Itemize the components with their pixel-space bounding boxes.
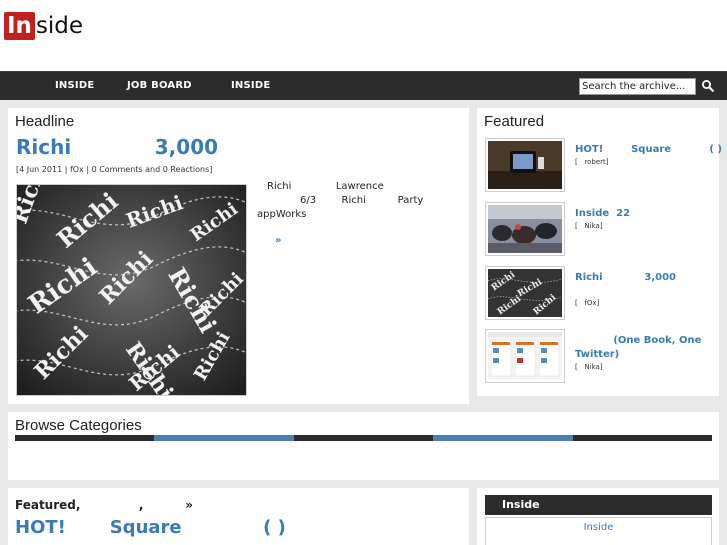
featured-item-meta: [ fOx] [575,299,600,307]
featured-list-title[interactable]: Featured, , » [15,498,193,512]
nav-item-inside[interactable]: INSIDE [55,80,94,91]
sidebar-widget-header: Inside [485,495,712,515]
featured-thumb-webpage[interactable] [485,329,565,383]
headline-body-line-1: Richi Lawrence [267,181,384,192]
featured-item-title[interactable]: Inside 22 [575,207,630,221]
headline-body-line-3: appWorks [257,209,307,220]
featured-item-meta: [ Nika] [575,222,603,230]
browse-categories-panel: Browse Categories [8,412,719,480]
site-logo[interactable]: In side [4,12,83,40]
category-bar-1[interactable] [15,435,154,441]
featured-item[interactable]: HOT! Square ( ) [ robert] [485,138,722,194]
featured-item-meta: [ robert] [575,158,609,166]
search-input[interactable]: Search the archive... [579,78,696,95]
category-bar-2[interactable] [154,435,294,441]
search-icon[interactable] [701,79,715,93]
headline-title[interactable]: Richi 3,000 [16,135,218,159]
headline-meta: [4 Jun 2011 | fOx | 0 Comments and 0 Rea… [16,165,213,174]
headline-image[interactable]: Richi Richi Richi Richi Richi Richi Rich… [16,184,247,396]
featured-list-headline[interactable]: HOT! Square ( ) [15,517,286,538]
logo-rest: side [35,13,84,39]
nav-item-inside-2[interactable]: INSIDE [231,80,270,91]
category-bar-4[interactable] [433,435,573,441]
featured-item-title[interactable]: HOT! Square ( ) [575,143,722,157]
featured-thumb-event[interactable] [485,202,565,256]
headline-body-line-2: 6/3 Richi Party [300,195,424,206]
featured-item-meta: [ Nika] [575,363,603,371]
featured-section-title: Featured [484,113,545,130]
richi-pattern-image: Richi Richi Richi Richi Richi Richi Rich… [17,185,246,395]
main-nav: INSIDE JOB BOARD INSIDE Search the archi… [0,71,727,100]
browse-section-title: Browse Categories [15,417,142,434]
nav-item-job-board[interactable]: JOB BOARD [127,80,192,91]
read-more-link[interactable]: » [275,235,281,246]
featured-list-panel: Featured, , » HOT! Square ( ) [8,488,469,545]
sidebar-widget-box: Inside [485,517,712,545]
headline-panel: Headline Richi 3,000 [4 Jun 2011 | fOx |… [8,108,469,404]
headline-section-title: Headline [15,113,75,130]
featured-item[interactable]: Inside 22 [ Nika] [485,202,711,258]
featured-thumb-richi[interactable]: Richi Richi Richi Richi [485,266,565,320]
logo-in: In [4,12,35,40]
featured-item-title-line-2[interactable]: Twitter) [575,348,619,362]
sidebar-widget-link[interactable]: Inside [486,522,711,533]
featured-item[interactable]: Richi Richi Richi Richi Richi 3,000 [ fO… [485,266,711,322]
sidebar-widget: Inside Inside [477,488,719,545]
category-bar-3[interactable] [294,435,433,441]
featured-item-title[interactable]: (One Book, One [575,334,701,348]
featured-panel: Featured HOT! Square ( ) [ robert] Insid… [477,108,722,396]
featured-item[interactable]: (One Book, One Twitter) [ Nika] [485,329,711,385]
featured-thumb-phone[interactable] [485,138,565,192]
category-bar-5[interactable] [573,435,712,441]
featured-item-title[interactable]: Richi 3,000 [575,271,676,285]
site-header: In side [0,0,727,71]
